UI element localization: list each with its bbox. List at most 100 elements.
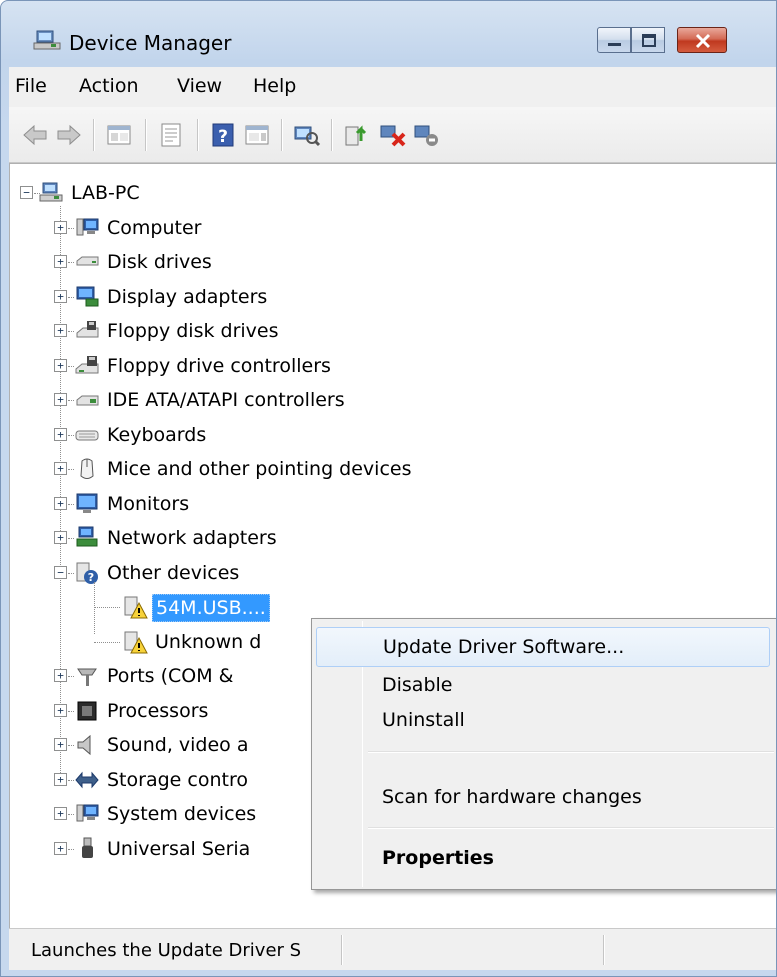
expand-icon[interactable]: +	[54, 531, 67, 544]
tree-item-mice-and-other-pointing-devices-label: Mice and other pointing devices	[107, 458, 412, 480]
console-tree-icon[interactable]	[105, 121, 133, 149]
minimize-icon	[608, 43, 621, 46]
tree-item-monitors[interactable]: + Monitors	[10, 487, 770, 521]
properties-menu-item[interactable]: Properties	[316, 838, 770, 878]
expand-icon[interactable]: +	[54, 738, 67, 751]
toolbar: ?	[9, 107, 776, 163]
device-manager-window: Device Manager File Action View Help ? −…	[0, 0, 777, 977]
usb-icon	[82, 837, 93, 858]
tree-item-computer[interactable]: + Computer	[10, 211, 770, 245]
collapse-icon[interactable]: −	[20, 186, 33, 199]
tree-item-mice-and-other-pointing-devices[interactable]: + Mice and other pointing devices	[10, 452, 770, 486]
expand-icon[interactable]: +	[54, 220, 67, 234]
disk-drive-icon	[76, 256, 99, 266]
expand-icon[interactable]: +	[54, 427, 67, 441]
tree-item-disk-drives[interactable]: + Disk drives	[10, 245, 770, 279]
tree-item-disk-drives-label: Disk drives	[107, 251, 212, 273]
tree-item-keyboards-label: Keyboards	[107, 423, 207, 446]
collapse-icon[interactable]: −	[54, 565, 67, 579]
maximize-button[interactable]	[631, 27, 665, 53]
storage-icon	[75, 771, 99, 788]
other-device-54m-usb-label: 54M.USB....	[152, 594, 270, 622]
action-pane-icon[interactable]	[243, 121, 271, 149]
expand-icon[interactable]: +	[54, 669, 67, 682]
title-bar[interactable]: Device Manager	[1, 1, 776, 65]
floppy-controller-icon	[75, 355, 99, 373]
menu-bar: File Action View Help	[9, 67, 776, 107]
expand-icon[interactable]: +	[54, 255, 67, 268]
tree-item-monitors-label: Monitors	[107, 492, 190, 515]
tree-item-ports-com-label: Ports (COM &	[107, 665, 234, 687]
expand-icon[interactable]: +	[54, 841, 67, 855]
tree-item-keyboards[interactable]: + Keyboards	[10, 418, 770, 452]
other-device-unknown-label: Unknown d	[155, 630, 262, 653]
tree-item-universal-seria-label: Universal Seria	[107, 837, 251, 860]
menu-view[interactable]: View	[177, 75, 222, 97]
disable-menu-item[interactable]: Disable	[316, 665, 770, 705]
svg-text:?: ?	[218, 127, 228, 147]
tree-item-display-adapters[interactable]: + Display adapters	[10, 280, 770, 314]
tree-item-floppy-drive-controllers[interactable]: + Floppy drive controllers	[10, 349, 770, 383]
tree-item-ide-ata-atapi-controllers[interactable]: + IDE ATA/ATAPI controllers	[10, 383, 770, 417]
menu-file[interactable]: File	[15, 75, 47, 97]
monitor-icon	[76, 493, 98, 513]
menu-action[interactable]: Action	[79, 75, 139, 97]
window-title: Device Manager	[69, 31, 232, 55]
status-bar: Launches the Update Driver S	[9, 928, 776, 970]
expand-icon[interactable]: +	[54, 772, 67, 786]
uninstall-icon[interactable]	[379, 121, 407, 149]
tree-item-ide-ata-atapi-controllers-label: IDE ATA/ATAPI controllers	[107, 389, 345, 411]
expand-icon[interactable]: +	[54, 462, 67, 475]
close-button[interactable]	[677, 27, 727, 53]
maximize-icon	[642, 34, 656, 47]
expand-icon[interactable]: +	[54, 807, 67, 820]
port-icon	[77, 668, 97, 686]
processor-icon	[77, 701, 97, 720]
tree-item-floppy-drive-controllers-label: Floppy drive controllers	[107, 354, 331, 377]
tree-item-floppy-disk-drives[interactable]: + Floppy disk drives	[10, 314, 770, 348]
update-driver-software-menu-item[interactable]: Update Driver Software...	[316, 627, 770, 667]
warning-device-icon	[124, 596, 148, 619]
back-arrow-icon[interactable]	[21, 121, 49, 149]
scan-hardware-icon[interactable]	[293, 121, 321, 149]
expand-icon[interactable]: +	[54, 358, 67, 372]
tree-root[interactable]: − LAB-PC	[10, 176, 770, 210]
status-text: Launches the Update Driver S	[31, 940, 302, 961]
tree-item-sound-video-a-label: Sound, video a	[107, 734, 249, 756]
tree-item-other-devices[interactable]: −? Other devices	[10, 556, 770, 590]
scan-hardware-changes-menu-item[interactable]: Scan for hardware changes	[316, 777, 770, 817]
expand-icon[interactable]: +	[54, 496, 67, 510]
speaker-icon	[77, 734, 91, 756]
menu-help[interactable]: Help	[253, 75, 296, 97]
help-icon[interactable]: ?	[209, 121, 237, 149]
tree-item-floppy-disk-drives-label: Floppy disk drives	[107, 320, 279, 342]
tree-item-computer-label: Computer	[107, 216, 202, 239]
tree-item-network-adapters[interactable]: + Network adapters	[10, 521, 770, 555]
tree-item-storage-contro-label: Storage contro	[107, 768, 248, 791]
computer-icon	[76, 804, 99, 822]
unknown-device-icon: ?	[76, 562, 98, 584]
computer-icon	[76, 218, 99, 235]
tree-root-label: LAB-PC	[71, 182, 140, 204]
expand-icon[interactable]: +	[54, 703, 67, 717]
minimize-button[interactable]	[597, 27, 631, 53]
display-adapter-icon	[76, 286, 99, 306]
disable-icon[interactable]	[413, 121, 441, 149]
warning-device-icon	[124, 631, 148, 653]
forward-arrow-icon[interactable]	[55, 121, 83, 149]
keyboard-icon	[75, 430, 99, 440]
tree-item-display-adapters-label: Display adapters	[107, 285, 268, 308]
properties-sheet-icon[interactable]	[157, 121, 185, 149]
expand-icon[interactable]: +	[54, 324, 67, 337]
update-driver-icon[interactable]	[343, 121, 371, 149]
expand-icon[interactable]: +	[54, 289, 67, 303]
expand-icon[interactable]: +	[54, 393, 67, 406]
tree-item-system-devices-label: System devices	[107, 803, 257, 825]
mouse-icon	[80, 458, 94, 479]
device-manager-icon	[33, 30, 61, 50]
context-menu: Update Driver Software... Disable Uninst…	[311, 618, 776, 890]
uninstall-menu-item[interactable]: Uninstall	[316, 700, 770, 740]
ide-controller-icon	[76, 395, 99, 406]
close-icon	[695, 33, 711, 49]
tree-item-processors-label: Processors	[107, 699, 209, 722]
